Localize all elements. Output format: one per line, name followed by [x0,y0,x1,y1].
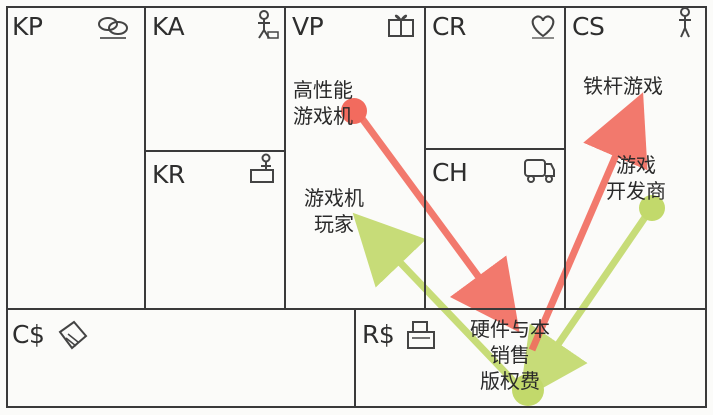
block-label-ch: CH [432,158,468,187]
block-label-vp: VP [292,12,324,41]
block-label-cost: C$ [12,320,45,349]
bottom-border [6,406,707,408]
block-label-cr: CR [432,12,466,41]
divider-cr-cs [564,6,566,309]
divider-top-bottom [6,308,707,310]
note-line: 版权费 [480,369,540,393]
note-revenue-streams: 硬件与本 销售 版权费 [470,316,550,394]
truck-icon [524,159,555,183]
gift-box-icon [388,14,414,37]
left-border [6,6,8,408]
note-line: 游戏机 [304,186,364,210]
note-line: 硬件与本 [470,317,550,341]
note-console-players: 游戏机 玩家 [304,185,364,237]
right-border [705,6,707,408]
worker-box-icon [250,153,274,183]
cash-register-icon [407,321,435,349]
worker-icon [258,10,279,39]
note-line: 游戏机 [293,104,353,128]
price-tag-icon [58,320,88,350]
divider-vp-cr [424,6,426,309]
block-label-ka: KA [152,12,185,41]
divider-cr-ch [424,148,566,150]
top-border [6,6,707,8]
note-line: 玩家 [314,212,354,236]
divider-ka-vp [284,6,286,309]
note-line: 铁杆游戏 [583,74,663,98]
note-line: 开发商 [606,179,666,203]
block-label-kr: KR [152,160,185,189]
divider-kp-ka [144,6,146,309]
block-label-kp: KP [12,12,43,41]
divider-cost-revenue [354,308,356,408]
developer-to-revenue-arrow [519,208,653,402]
block-label-cs: CS [572,12,605,41]
product-to-revenue-arrow [355,110,520,333]
note-high-performance-console: 高性能 游戏机 [293,77,353,129]
note-line: 高性能 [293,78,353,102]
chain-links-icon [98,17,128,39]
note-hardcore-gamers: 铁杆游戏 [583,73,663,99]
note-line: 销售 [490,343,530,367]
person-icon [679,7,691,38]
block-label-rev: R$ [362,320,395,349]
note-line: 游戏 [616,153,656,177]
heart-icon [531,15,555,39]
note-game-developers: 游戏 开发商 [606,152,666,204]
business-model-canvas: KP KA VP CR CS KR CH C$ R$ 高性能 游戏机 游戏机 玩… [0,0,713,415]
